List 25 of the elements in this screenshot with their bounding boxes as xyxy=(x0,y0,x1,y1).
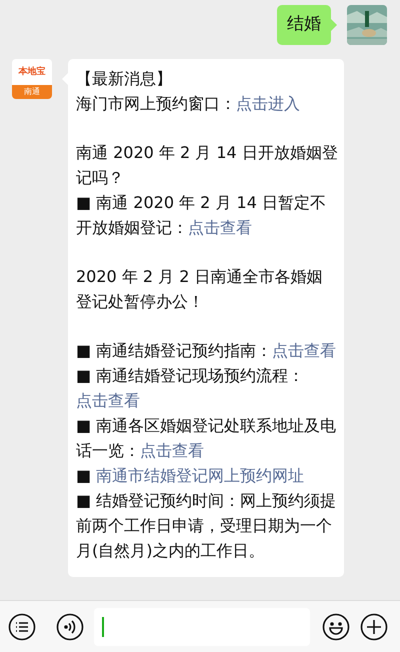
message-input[interactable] xyxy=(94,608,310,646)
message-text: 南通 2020 年 2 月 14 日开放婚姻登记吗？ xyxy=(76,142,338,189)
message-text: ■ 南通结婚登记现场预约流程： 点击查看 xyxy=(76,365,306,412)
message-text: ■ 结婚登记预约时间：网上预约须提前两个工作日申请，受理日期为一个月(自然月)之内的工作日。 xyxy=(76,490,338,562)
voice-icon[interactable] xyxy=(56,612,84,640)
link[interactable]: 点击查看 xyxy=(76,391,140,410)
message-text: 【最新消息】 xyxy=(76,68,173,90)
link[interactable]: 点击查看 xyxy=(140,441,204,460)
message-text: ■ 南通各区婚姻登记处联系地址及电话一览：点击查看 xyxy=(76,415,338,462)
message-text: ■ 南通结婚登记预约指南：点击查看 xyxy=(76,340,338,362)
message-text: ■ 南通 2020 年 2 月 14 日暂定不开放婚姻登记：点击查看 xyxy=(76,192,327,239)
logo-brand: 本地宝 xyxy=(18,68,46,76)
message-text: 海门市网上预约窗口：点击进入 xyxy=(76,93,301,115)
menu-icon[interactable] xyxy=(8,612,36,640)
message-text: 2020 年 2 月 2 日南通全市各婚姻登记处暂停办公！ xyxy=(76,266,324,313)
logo-city: 南通 xyxy=(24,88,40,96)
plus-icon[interactable] xyxy=(360,612,388,640)
link[interactable]: 南通市结婚登记网上预约网址 xyxy=(96,466,304,485)
bubble-tail xyxy=(331,19,337,31)
message-text: ■ 南通市结婚登记网上预约网址 xyxy=(76,465,306,487)
link[interactable]: 点击进入 xyxy=(236,94,300,113)
emoji-icon[interactable] xyxy=(322,612,350,640)
outgoing-message: 结婚 xyxy=(277,5,331,45)
link[interactable]: 点击查看 xyxy=(272,341,336,360)
link[interactable]: 点击查看 xyxy=(188,218,252,237)
